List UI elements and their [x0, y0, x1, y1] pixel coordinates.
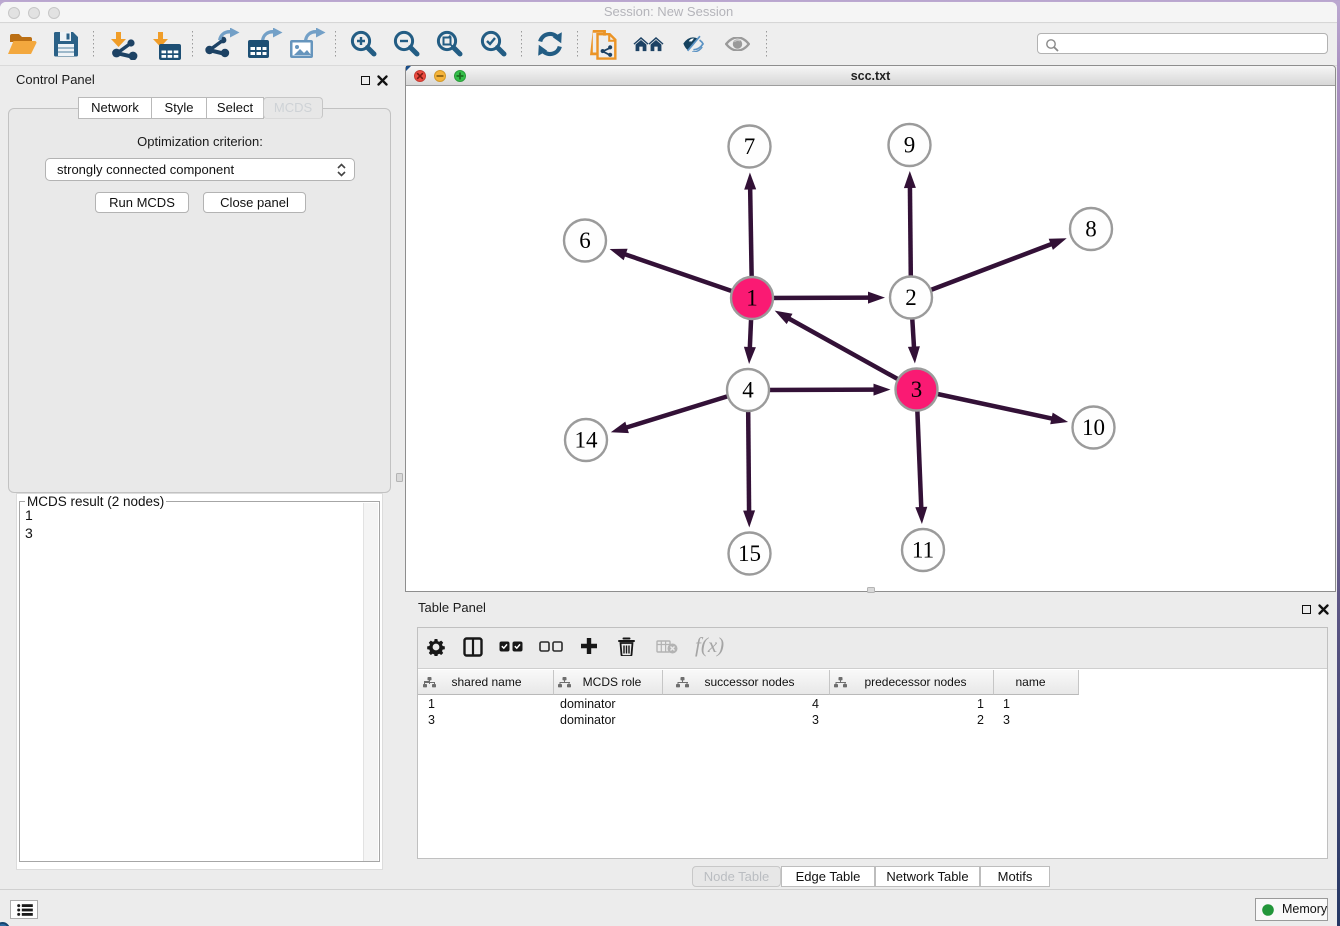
svg-text:3: 3 — [911, 377, 923, 402]
svg-text:8: 8 — [1085, 217, 1097, 242]
svg-text:2: 2 — [905, 285, 917, 310]
svg-text:4: 4 — [742, 378, 754, 403]
svg-text:14: 14 — [575, 428, 599, 453]
svg-text:15: 15 — [738, 541, 761, 566]
svg-text:7: 7 — [744, 134, 756, 159]
svg-text:11: 11 — [912, 538, 934, 563]
svg-text:6: 6 — [579, 228, 591, 253]
svg-text:10: 10 — [1082, 415, 1105, 440]
svg-text:1: 1 — [746, 286, 758, 311]
svg-text:9: 9 — [904, 133, 916, 158]
